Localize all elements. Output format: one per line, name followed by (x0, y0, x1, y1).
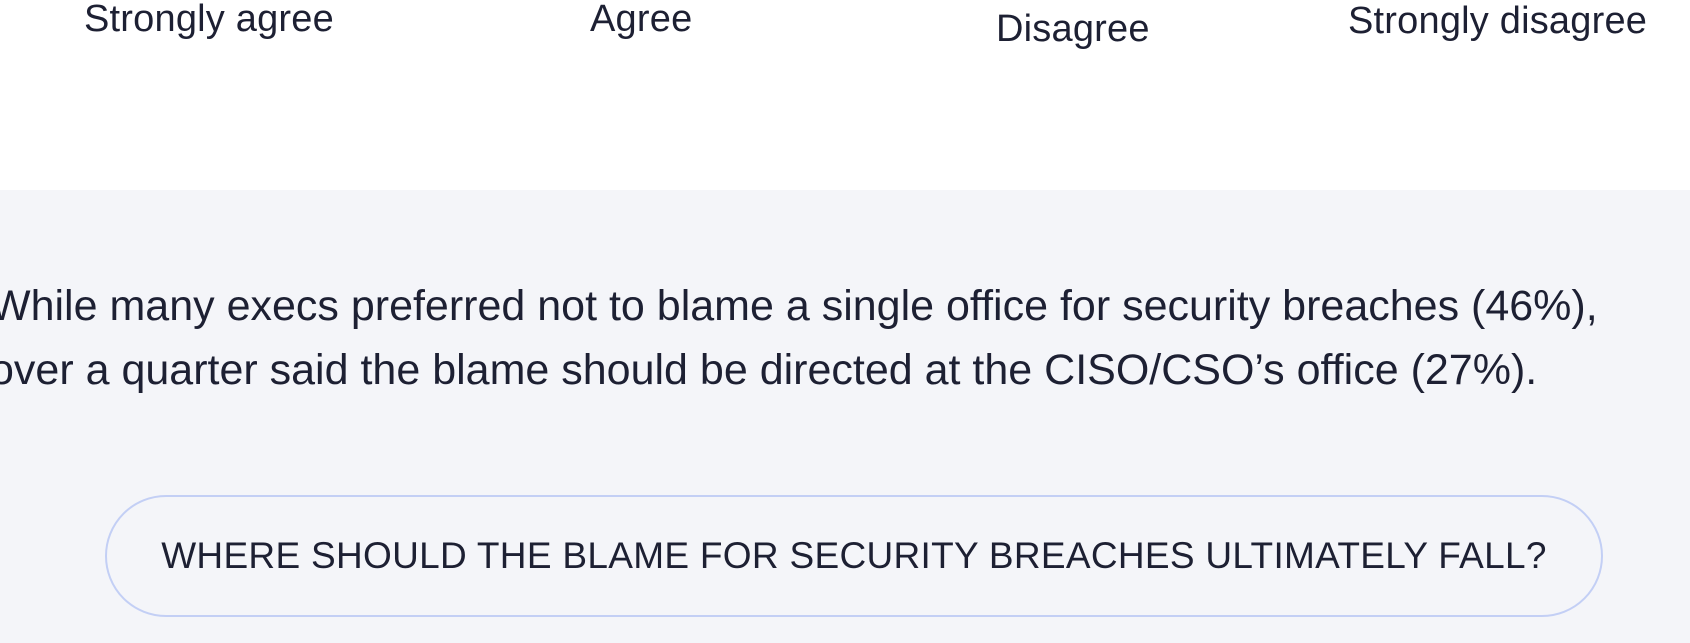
question-label: WHERE SHOULD THE BLAME FOR SECURITY BREA… (161, 535, 1547, 576)
findings-section: While many execs preferred not to blame … (0, 190, 1690, 643)
question-toggle-button[interactable]: WHERE SHOULD THE BLAME FOR SECURITY BREA… (105, 495, 1603, 617)
legend-section: Strongly agree Agree Disagree Strongly d… (0, 0, 1690, 190)
summary-text: While many execs preferred not to blame … (0, 274, 1690, 402)
legend-label-strongly-agree: Strongly agree (84, 0, 334, 40)
legend-label-disagree: Disagree (996, 8, 1150, 50)
legend-label-agree: Agree (590, 0, 693, 40)
legend-label-strongly-disagree: Strongly disagree (1348, 0, 1648, 42)
summary-line-2: over a quarter said the blame should be … (0, 346, 1538, 394)
summary-line-1: While many execs preferred not to blame … (0, 282, 1598, 330)
